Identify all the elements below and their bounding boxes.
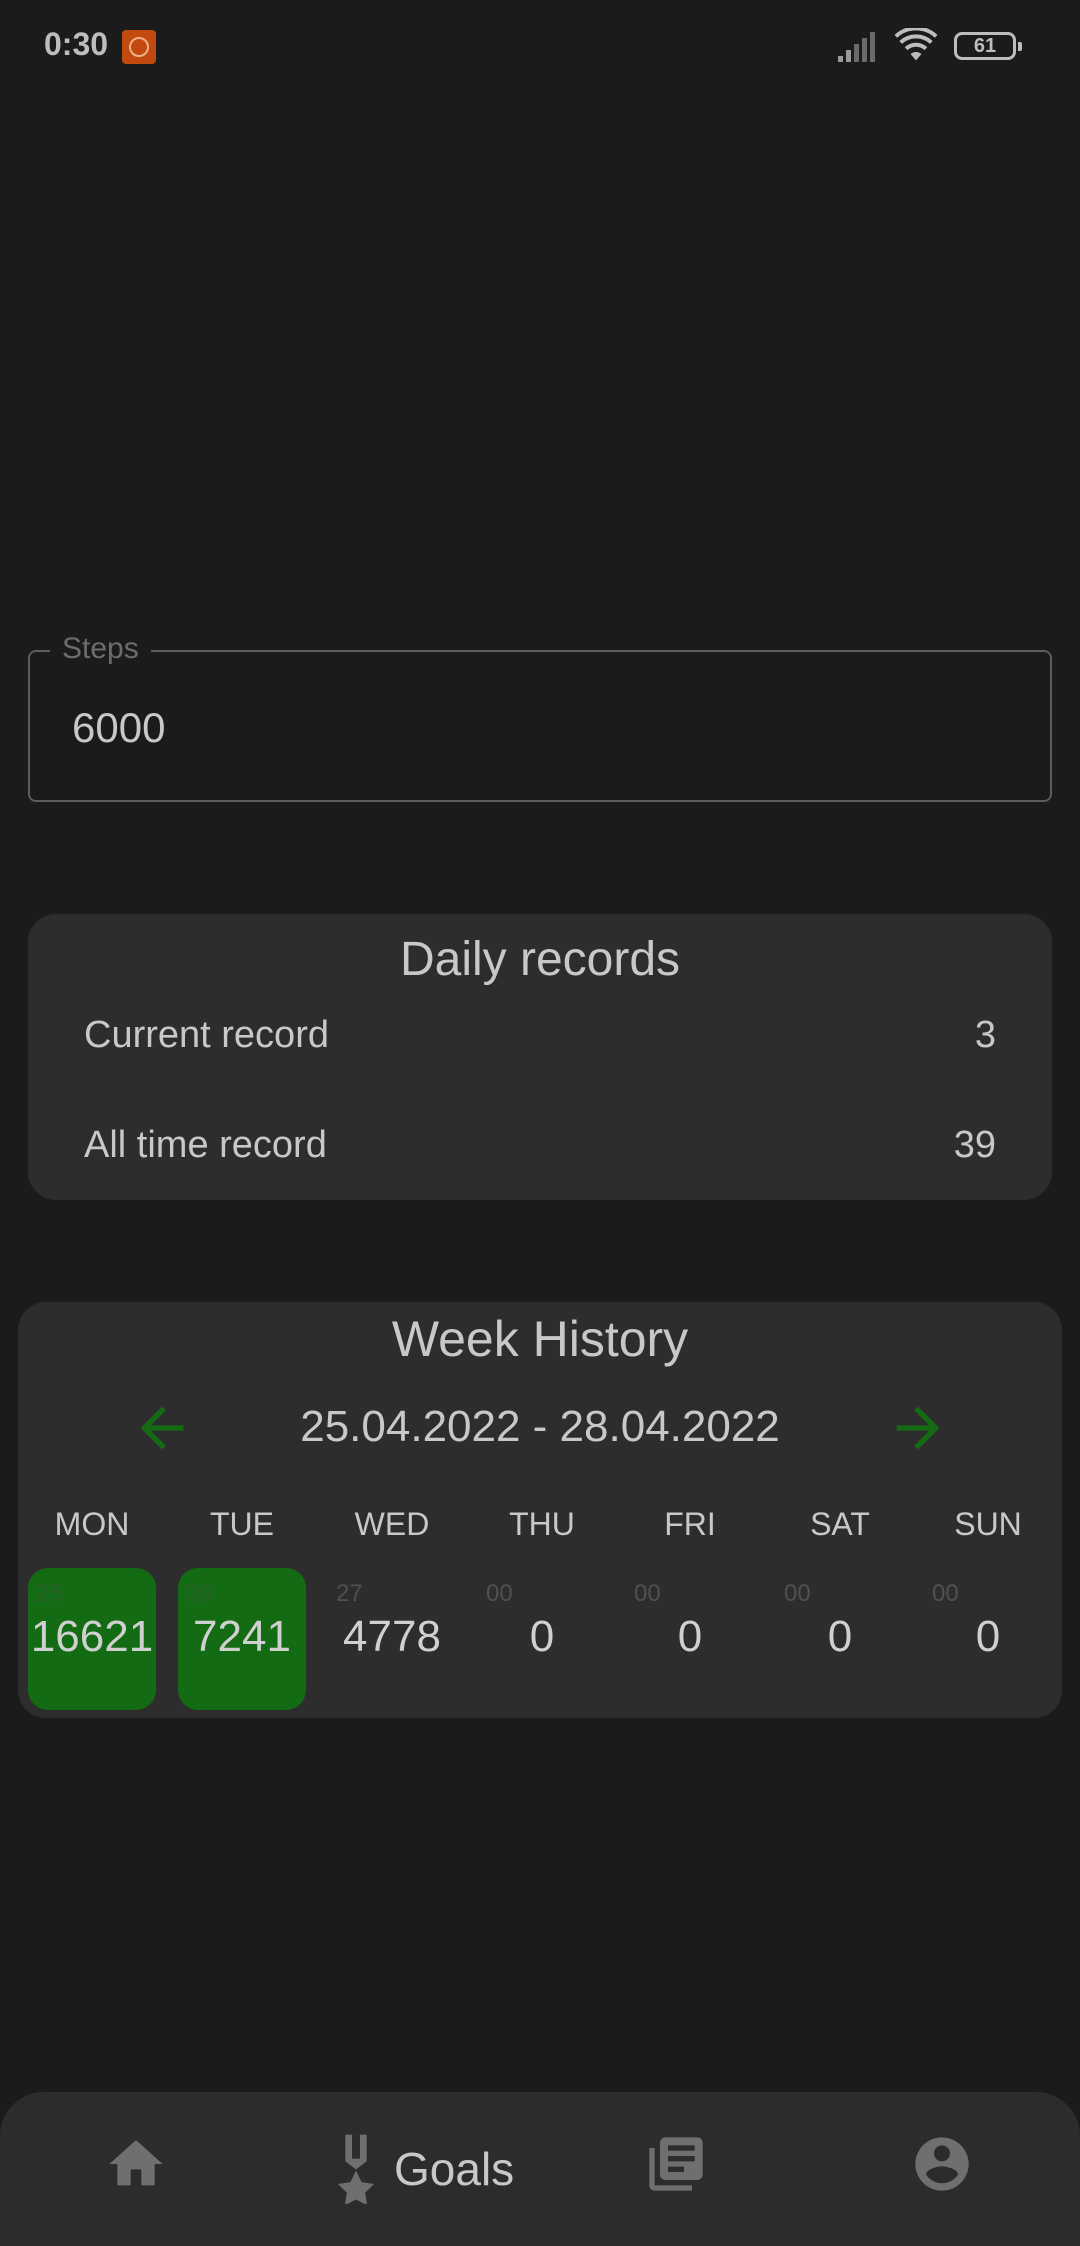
news-icon bbox=[649, 2137, 703, 2191]
medal-icon bbox=[337, 2134, 375, 2204]
day-column-wed: WED 27 4778 bbox=[328, 1302, 456, 1722]
steps-field-value[interactable]: 6000 bbox=[72, 704, 165, 752]
day-column-tue: TUE 26 7241 bbox=[178, 1302, 306, 1722]
current-record-value: 3 bbox=[974, 1014, 996, 1056]
bottom-navigation: Goals bbox=[0, 2092, 1080, 2246]
day-name: MON bbox=[54, 1506, 130, 1542]
steps-field-label: Steps bbox=[50, 632, 151, 666]
home-icon bbox=[109, 2140, 163, 2186]
day-date: 00 bbox=[634, 1580, 661, 1607]
day-date: 00 bbox=[784, 1580, 811, 1607]
daily-records-card: Daily records Current record 3 All time … bbox=[28, 914, 1052, 1200]
day-column-sun: SUN 00 0 bbox=[924, 1302, 1052, 1722]
wifi-icon bbox=[894, 28, 938, 61]
battery-indicator: 61 bbox=[954, 32, 1022, 60]
nav-profile[interactable] bbox=[910, 2132, 974, 2204]
status-time: 0:30 bbox=[44, 26, 109, 62]
alltime-record-row: All time record 39 bbox=[84, 1124, 996, 1174]
nav-home[interactable] bbox=[104, 2132, 168, 2204]
current-record-row: Current record 3 bbox=[84, 1014, 996, 1064]
day-cell[interactable]: 00 0 bbox=[478, 1568, 606, 1710]
account-icon bbox=[915, 2137, 969, 2191]
day-column-thu: THU 00 0 bbox=[478, 1302, 606, 1722]
nav-news[interactable] bbox=[644, 2132, 708, 2204]
day-name: THU bbox=[509, 1506, 575, 1542]
day-steps: 0 bbox=[975, 1612, 1001, 1661]
steps-goal-field[interactable]: Steps 6000 bbox=[28, 632, 1052, 802]
day-date: 25 bbox=[36, 1580, 63, 1607]
day-steps: 16621 bbox=[30, 1612, 154, 1661]
day-name: WED bbox=[354, 1506, 430, 1542]
day-date: 27 bbox=[336, 1580, 363, 1607]
day-steps: 0 bbox=[827, 1612, 853, 1661]
day-date: 00 bbox=[486, 1580, 513, 1607]
daily-records-title: Daily records bbox=[399, 933, 681, 986]
app-notification-icon bbox=[122, 30, 156, 64]
day-cell[interactable]: 00 0 bbox=[924, 1568, 1052, 1710]
day-cell[interactable]: 25 16621 bbox=[28, 1568, 156, 1710]
day-date: 00 bbox=[932, 1580, 959, 1607]
alltime-record-label: All time record bbox=[84, 1124, 327, 1166]
day-cell[interactable]: 00 0 bbox=[776, 1568, 904, 1710]
day-name: SUN bbox=[954, 1506, 1022, 1542]
current-record-label: Current record bbox=[84, 1014, 329, 1056]
week-history-card: Week History 25.04.2022 - 28.04.2022 MON… bbox=[18, 1302, 1062, 1718]
day-column-fri: FRI 00 0 bbox=[626, 1302, 754, 1722]
status-bar: 0:30 61 bbox=[0, 0, 1080, 96]
day-steps: 4778 bbox=[343, 1612, 441, 1661]
day-cell[interactable]: 00 0 bbox=[626, 1568, 754, 1710]
day-cell[interactable]: 27 4778 bbox=[328, 1568, 456, 1710]
day-name: FRI bbox=[664, 1506, 716, 1542]
alltime-record-value: 39 bbox=[953, 1124, 996, 1166]
day-cell[interactable]: 26 7241 bbox=[178, 1568, 306, 1710]
nav-goals[interactable]: Goals bbox=[324, 2132, 524, 2204]
day-name: TUE bbox=[210, 1506, 274, 1542]
signal-icon bbox=[838, 32, 875, 62]
day-steps: 0 bbox=[677, 1612, 703, 1661]
nav-goals-label: Goals bbox=[394, 2143, 515, 2195]
day-steps: 0 bbox=[529, 1612, 555, 1661]
day-column-sat: SAT 00 0 bbox=[776, 1302, 904, 1722]
day-steps: 7241 bbox=[193, 1612, 291, 1661]
day-date: 26 bbox=[186, 1580, 213, 1607]
day-name: SAT bbox=[810, 1506, 870, 1542]
day-column-mon: MON 25 16621 bbox=[28, 1302, 156, 1722]
